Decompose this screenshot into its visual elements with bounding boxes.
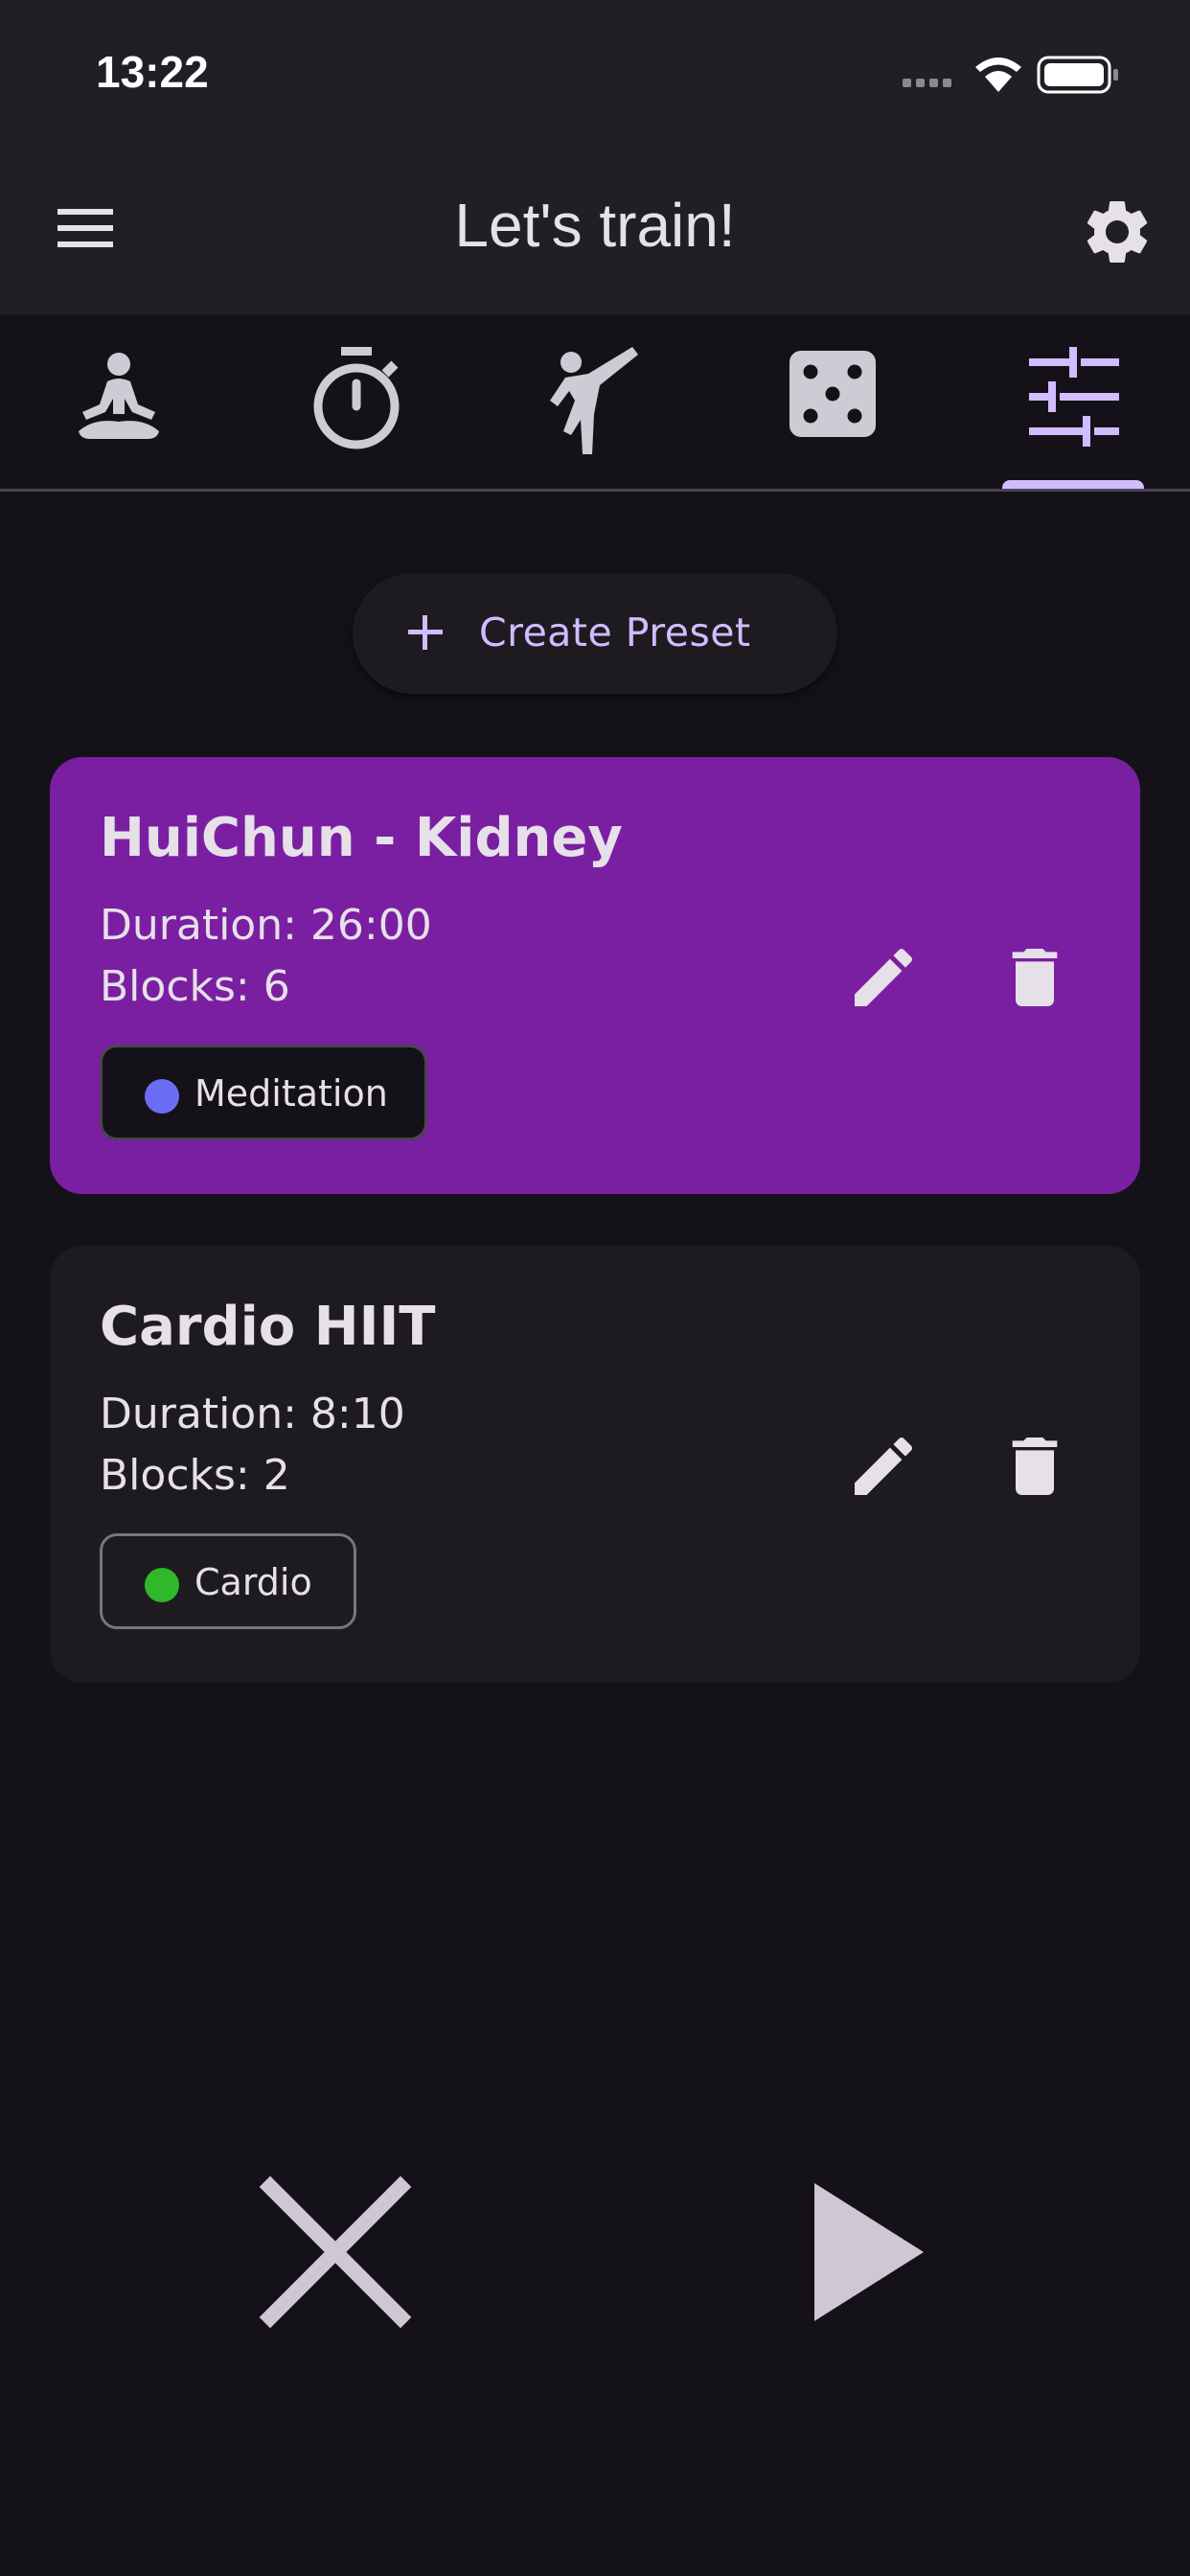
preset-tag-chip: Meditation xyxy=(100,1045,427,1140)
app-bar: Let's train! xyxy=(0,144,1190,314)
status-bar: 13:22 xyxy=(0,0,1190,144)
play-button[interactable] xyxy=(805,2175,939,2329)
preset-title: Cardio HIIT xyxy=(100,1296,436,1358)
preset-card[interactable]: Cardio HIIT Duration: 8:10 Blocks: 2 Car… xyxy=(50,1246,1140,1683)
trash-icon xyxy=(1012,1438,1058,1495)
tune-sliders-icon xyxy=(1029,347,1119,447)
tag-color-dot xyxy=(145,1568,179,1602)
meditation-icon xyxy=(79,353,159,439)
close-icon xyxy=(259,2175,412,2329)
battery-icon xyxy=(1037,56,1118,94)
martial-arts-icon xyxy=(550,347,638,454)
pencil-icon xyxy=(855,1437,913,1495)
status-icons xyxy=(903,54,1133,96)
plus-icon xyxy=(408,615,443,650)
preset-blocks: Blocks: 2 xyxy=(100,1451,290,1500)
gear-icon xyxy=(1087,200,1148,263)
app-title: Let's train! xyxy=(454,191,736,260)
tag-label: Cardio xyxy=(195,1561,312,1603)
preset-card[interactable]: HuiChun - Kidney Duration: 26:00 Blocks:… xyxy=(50,757,1140,1194)
stopwatch-icon xyxy=(313,347,400,449)
edit-preset-button[interactable] xyxy=(835,1418,931,1514)
preset-duration: Duration: 26:00 xyxy=(100,901,432,950)
create-preset-label: Create Preset xyxy=(479,610,751,656)
tab-indicator xyxy=(1002,480,1144,489)
preset-title: HuiChun - Kidney xyxy=(100,807,623,869)
tab-random[interactable] xyxy=(713,314,950,489)
preset-blocks: Blocks: 6 xyxy=(100,962,290,1011)
tag-color-dot xyxy=(145,1079,179,1114)
cellular-signal-icon xyxy=(903,79,951,87)
tab-martial-arts[interactable] xyxy=(475,314,713,489)
tag-label: Meditation xyxy=(195,1072,388,1115)
delete-preset-button[interactable] xyxy=(987,930,1083,1025)
status-time: 13:22 xyxy=(96,47,209,97)
dice-icon xyxy=(790,351,876,437)
preset-duration: Duration: 8:10 xyxy=(100,1390,405,1438)
cancel-button[interactable] xyxy=(259,2175,412,2329)
tab-meditation[interactable] xyxy=(0,314,238,489)
trash-icon xyxy=(1012,949,1058,1006)
create-preset-button[interactable]: Create Preset xyxy=(353,573,837,694)
tab-bar xyxy=(0,314,1190,492)
edit-preset-button[interactable] xyxy=(835,930,931,1025)
delete-preset-button[interactable] xyxy=(987,1418,1083,1514)
play-icon xyxy=(814,2183,924,2321)
pencil-icon xyxy=(855,948,913,1006)
preset-tag-chip: Cardio xyxy=(100,1533,356,1629)
settings-button[interactable] xyxy=(1079,194,1156,270)
tab-timer[interactable] xyxy=(238,314,475,489)
wifi-icon xyxy=(975,58,1021,92)
tab-presets[interactable] xyxy=(950,314,1188,489)
